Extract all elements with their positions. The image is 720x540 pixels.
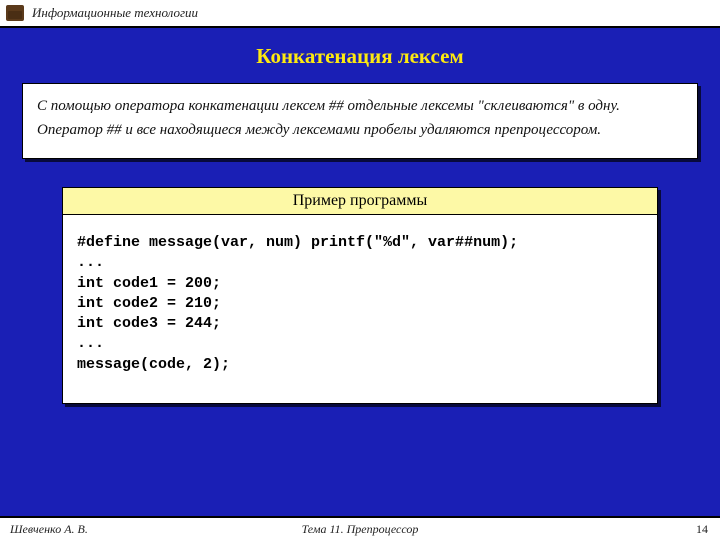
footer-author: Шевченко А. В. — [10, 522, 88, 537]
example-header: Пример программы — [62, 187, 658, 215]
footer-page-number: 14 — [696, 522, 708, 537]
top-bar: Информационные технологии — [0, 0, 720, 28]
logo-icon — [6, 5, 24, 21]
description-text: С помощью оператора конкатенации лексем … — [37, 98, 620, 138]
footer-bar: Шевченко А. В. Тема 11. Препроцессор 14 — [0, 516, 720, 540]
footer-topic: Тема 11. Препроцессор — [0, 522, 720, 537]
example-code: #define message(var, num) printf("%d", v… — [62, 215, 658, 404]
description-box: С помощью оператора конкатенации лексем … — [22, 83, 698, 159]
course-title: Информационные технологии — [32, 5, 198, 21]
slide: Информационные технологии Конкатенация л… — [0, 0, 720, 540]
example-block: Пример программы #define message(var, nu… — [62, 187, 658, 404]
slide-title: Конкатенация лексем — [0, 44, 720, 69]
